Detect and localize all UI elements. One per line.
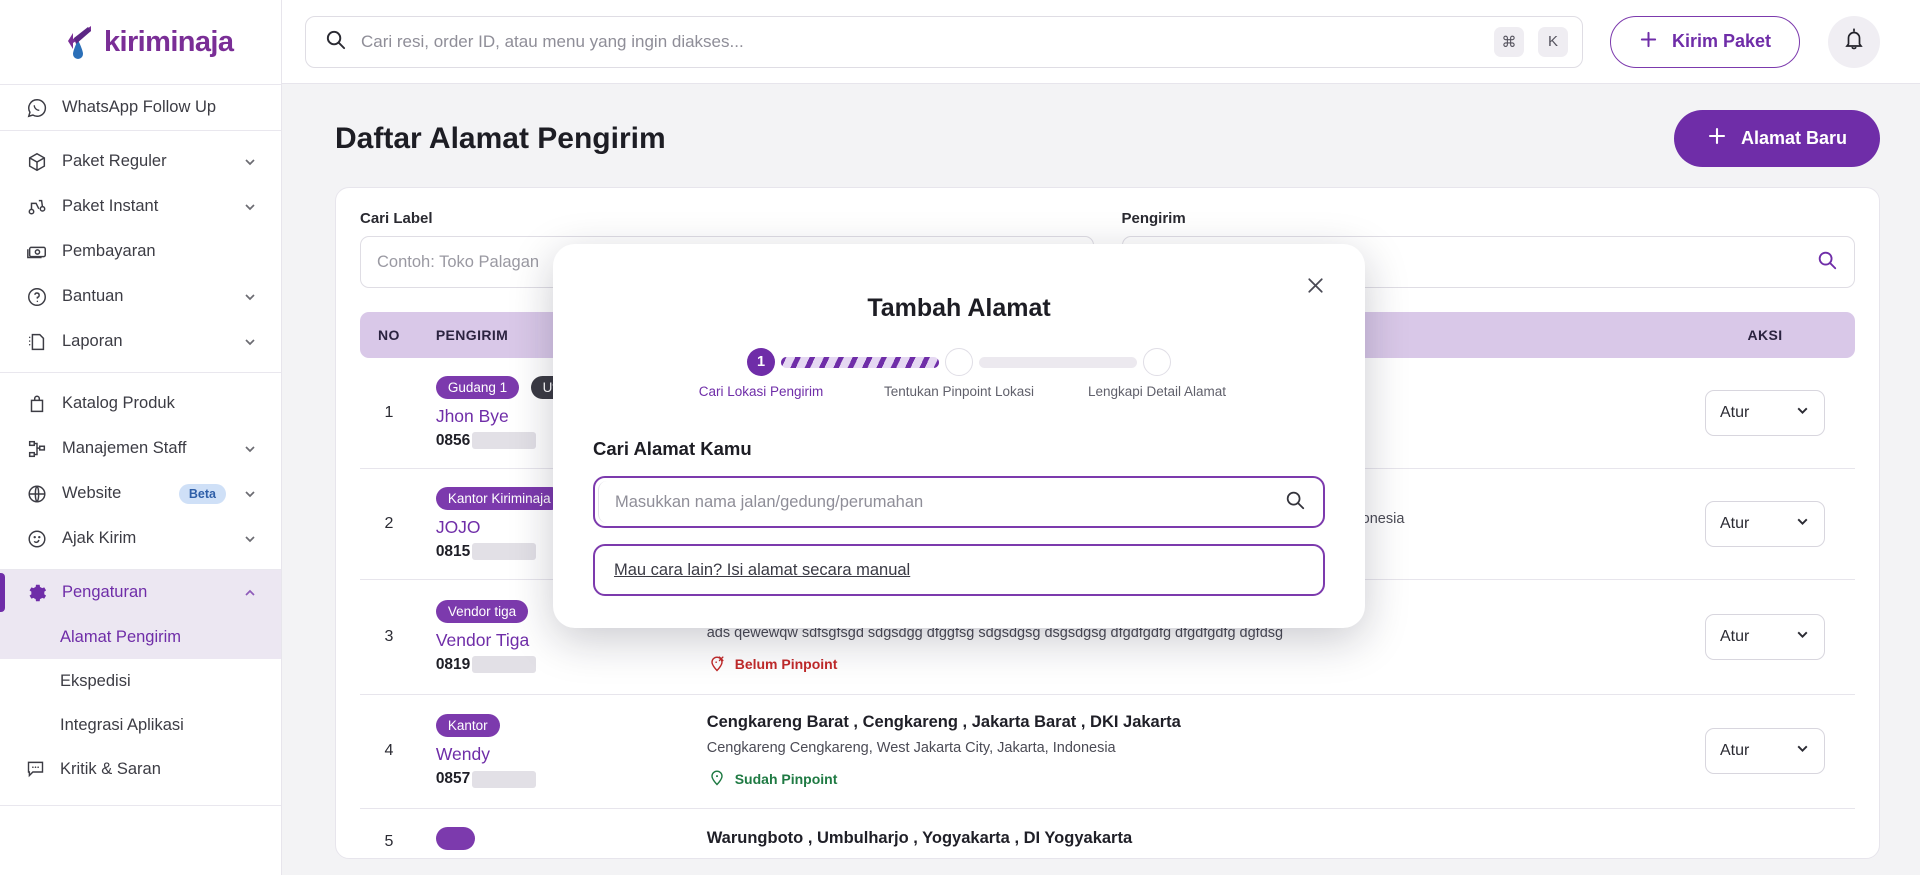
sidebar-item-paket-instant[interactable]: Paket Instant [0, 184, 281, 229]
sidebar-item-label: Pengaturan [62, 583, 230, 602]
step-2[interactable]: 2 Tentukan Pinpoint Lokasi [939, 348, 979, 376]
sidebar-divider-5 [0, 805, 281, 806]
sidebar-item-label: Manajemen Staff [62, 439, 230, 458]
sidebar-item-bantuan[interactable]: Bantuan [0, 274, 281, 319]
sidebar-item-whatsapp-follow-up[interactable]: WhatsApp Follow Up [0, 85, 281, 130]
chevron-down-icon [243, 487, 257, 501]
sidebar-item-pengaturan[interactable]: Pengaturan [0, 570, 281, 615]
question-circle-icon [25, 285, 49, 309]
chevron-down-icon [243, 442, 257, 456]
stepper-progress-idle [979, 357, 1137, 368]
sidebar-group-primary: Paket Reguler Paket Instant [0, 131, 281, 372]
manual-address-ring: Mau cara lain? Isi alamat secara manual [593, 544, 1325, 596]
beta-badge: Beta [179, 484, 226, 504]
search-icon[interactable] [1284, 489, 1306, 516]
sidebar-item-website[interactable]: Website Beta [0, 471, 281, 516]
manual-address-link[interactable]: Mau cara lain? Isi alamat secara manual [614, 561, 910, 580]
sidebar-subitem-label: Integrasi Aplikasi [60, 716, 184, 735]
chevron-down-icon [243, 290, 257, 304]
chevron-down-icon [243, 200, 257, 214]
manual-address-row[interactable]: Mau cara lain? Isi alamat secara manual [598, 549, 1320, 591]
tambah-alamat-modal: Tambah Alamat 1 Cari Lokasi Pengirim 2 T… [553, 244, 1365, 628]
gear-icon [25, 581, 49, 605]
sidebar-item-label: Paket Instant [62, 197, 230, 216]
modal-section-title: Cari Alamat Kamu [593, 438, 1325, 460]
kirim-paket-label: Kirim Paket [1672, 31, 1771, 52]
whatsapp-icon [25, 96, 49, 120]
step-caption: Cari Lokasi Pengirim [699, 384, 824, 399]
address-search-field[interactable] [598, 481, 1320, 523]
sidebar-item-alamat-pengirim[interactable]: Alamat Pengirim [0, 615, 281, 659]
search-icon [324, 28, 347, 56]
sidebar-item-label: Website [62, 484, 166, 503]
app-logo[interactable]: kiriminaja [0, 0, 281, 84]
shortcut-cmd-key: ⌘ [1494, 27, 1524, 57]
top-header: ⌘ K Kirim Paket [282, 0, 1920, 84]
sidebar-item-manajemen-staff[interactable]: Manajemen Staff [0, 426, 281, 471]
sidebar-item-label: Laporan [62, 332, 230, 351]
sidebar-subitem-label: Ekspedisi [60, 672, 131, 691]
global-search[interactable]: ⌘ K [305, 16, 1583, 68]
chat-dots-icon [25, 758, 47, 780]
step-number: 1 [747, 348, 775, 376]
sidebar-item-label: WhatsApp Follow Up [62, 98, 257, 117]
step-number: 2 [945, 348, 973, 376]
close-icon[interactable] [1301, 271, 1329, 299]
kiriminaja-arrow-icon [64, 24, 98, 60]
chevron-down-icon [243, 532, 257, 546]
step-number: 3 [1143, 348, 1171, 376]
sidebar-group-secondary: Katalog Produk Manajemen Staff [0, 373, 281, 569]
step-3[interactable]: 3 Lengkapi Detail Alamat [1137, 348, 1177, 376]
scooter-icon [25, 195, 49, 219]
sidebar-item-paket-reguler[interactable]: Paket Reguler [0, 139, 281, 184]
referral-icon [25, 527, 49, 551]
sidebar-item-laporan[interactable]: Laporan [0, 319, 281, 364]
sidebar-subitem-label: Kritik & Saran [60, 760, 161, 779]
sidebar-item-label: Pembayaran [62, 242, 257, 261]
step-caption: Tentukan Pinpoint Lokasi [884, 384, 1034, 399]
bag-icon [25, 392, 49, 416]
bell-icon [1842, 27, 1866, 56]
sidebar-subitem-label: Alamat Pengirim [60, 628, 181, 647]
sidebar-item-ajak-kirim[interactable]: Ajak Kirim [0, 516, 281, 561]
chevron-up-icon [243, 586, 257, 600]
address-stepper: 1 Cari Lokasi Pengirim 2 Tentukan Pinpoi… [593, 348, 1325, 376]
cash-icon [25, 240, 49, 264]
chevron-down-icon [243, 335, 257, 349]
report-icon [25, 330, 49, 354]
chevron-down-icon [243, 155, 257, 169]
shortcut-k-key: K [1538, 27, 1568, 57]
sidebar: kiriminaja WhatsApp Follow Up Paket Regu [0, 0, 282, 875]
plus-icon [1639, 30, 1658, 54]
address-search-input[interactable] [615, 493, 1274, 512]
sidebar-item-label: Paket Reguler [62, 152, 230, 171]
modal-title: Tambah Alamat [593, 244, 1325, 323]
sidebar-item-label: Katalog Produk [62, 394, 257, 413]
step-caption: Lengkapi Detail Alamat [1088, 384, 1226, 399]
sidebar-item-ekspedisi[interactable]: Ekspedisi [0, 659, 281, 703]
sidebar-item-pembayaran[interactable]: Pembayaran [0, 229, 281, 274]
kirim-paket-button[interactable]: Kirim Paket [1610, 16, 1800, 68]
sidebar-item-label: Ajak Kirim [62, 529, 230, 548]
notification-button[interactable] [1828, 16, 1880, 68]
search-input[interactable] [361, 32, 1480, 52]
box-icon [25, 150, 49, 174]
stepper-progress-active [781, 357, 939, 368]
sidebar-item-label: Bantuan [62, 287, 230, 306]
sidebar-item-integrasi-aplikasi[interactable]: Integrasi Aplikasi [0, 703, 281, 747]
org-chart-icon [25, 437, 49, 461]
sidebar-item-katalog-produk[interactable]: Katalog Produk [0, 381, 281, 426]
address-search-ring [593, 476, 1325, 528]
globe-icon [25, 482, 49, 506]
brand-name: kiriminaja [104, 26, 233, 59]
sidebar-item-kritik-saran[interactable]: Kritik & Saran [0, 747, 281, 791]
step-1[interactable]: 1 Cari Lokasi Pengirim [741, 348, 781, 376]
